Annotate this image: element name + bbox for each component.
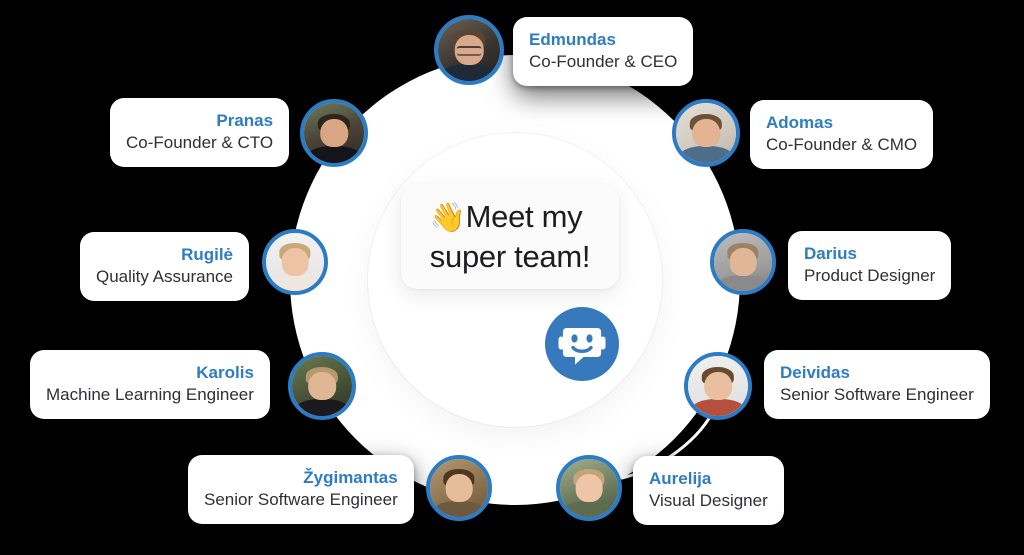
avatar-aurelija[interactable] bbox=[556, 455, 622, 521]
member-card-edmundas[interactable]: Edmundas Co-Founder & CEO bbox=[513, 17, 694, 86]
avatar-karolis[interactable] bbox=[288, 352, 356, 420]
member-name: Deividas bbox=[780, 363, 850, 382]
center-message-text: 👋Meet my super team! bbox=[429, 197, 591, 276]
avatar-edmundas[interactable] bbox=[434, 15, 504, 85]
member-role: Co-Founder & CMO bbox=[766, 135, 918, 154]
member-card-pranas[interactable]: Pranas Co-Founder & CTO bbox=[110, 98, 290, 167]
member-card-karolis[interactable]: Karolis Machine Learning Engineer bbox=[30, 350, 270, 419]
member-name: Rugilė bbox=[181, 245, 234, 264]
member-name: Aurelija bbox=[649, 469, 712, 488]
member-name: Karolis bbox=[196, 363, 254, 382]
member-role: Senior Software Engineer bbox=[780, 385, 974, 404]
avatar-zygimantas[interactable] bbox=[426, 455, 492, 521]
member-role: Visual Designer bbox=[649, 491, 768, 510]
member-card-zygimantas[interactable]: Žygimantas Senior Software Engineer bbox=[188, 455, 414, 524]
member-card-darius[interactable]: Darius Product Designer bbox=[788, 231, 952, 300]
member-card-deividas[interactable]: Deividas Senior Software Engineer bbox=[764, 350, 990, 419]
member-name: Edmundas bbox=[529, 30, 616, 49]
waving-hand-icon: 👋 bbox=[429, 202, 466, 235]
member-card-rugile[interactable]: Rugilė Quality Assurance bbox=[80, 232, 250, 301]
chatbot-icon[interactable] bbox=[545, 307, 619, 381]
member-name: Žygimantas bbox=[303, 468, 398, 487]
avatar-photo bbox=[688, 356, 748, 416]
member-role: Senior Software Engineer bbox=[204, 490, 398, 509]
avatar-adomas[interactable] bbox=[672, 99, 740, 167]
avatar-photo bbox=[266, 233, 324, 291]
member-role: Machine Learning Engineer bbox=[46, 385, 254, 404]
avatar-photo bbox=[292, 356, 352, 416]
avatar-photo bbox=[430, 459, 488, 517]
avatar-rugile[interactable] bbox=[262, 229, 328, 295]
avatar-pranas[interactable] bbox=[300, 99, 368, 167]
member-role: Quality Assurance bbox=[96, 267, 234, 286]
avatar-photo bbox=[676, 103, 736, 163]
avatar-darius[interactable] bbox=[710, 229, 776, 295]
team-diagram: 👋Meet my super team! Edmundas Co-Founder… bbox=[0, 0, 1024, 555]
member-role: Product Designer bbox=[804, 266, 936, 285]
avatar-photo bbox=[714, 233, 772, 291]
avatar-deividas[interactable] bbox=[684, 352, 752, 420]
member-name: Pranas bbox=[216, 111, 274, 130]
center-message-bubble: 👋Meet my super team! bbox=[401, 184, 619, 289]
avatar-photo bbox=[560, 459, 618, 517]
avatar-photo bbox=[438, 19, 500, 81]
avatar-photo bbox=[304, 103, 364, 163]
member-name: Adomas bbox=[766, 113, 834, 132]
member-role: Co-Founder & CTO bbox=[126, 133, 274, 152]
member-card-adomas[interactable]: Adomas Co-Founder & CMO bbox=[750, 100, 934, 169]
member-name: Darius bbox=[804, 244, 857, 263]
member-card-aurelija[interactable]: Aurelija Visual Designer bbox=[633, 456, 784, 525]
member-role: Co-Founder & CEO bbox=[529, 52, 678, 71]
